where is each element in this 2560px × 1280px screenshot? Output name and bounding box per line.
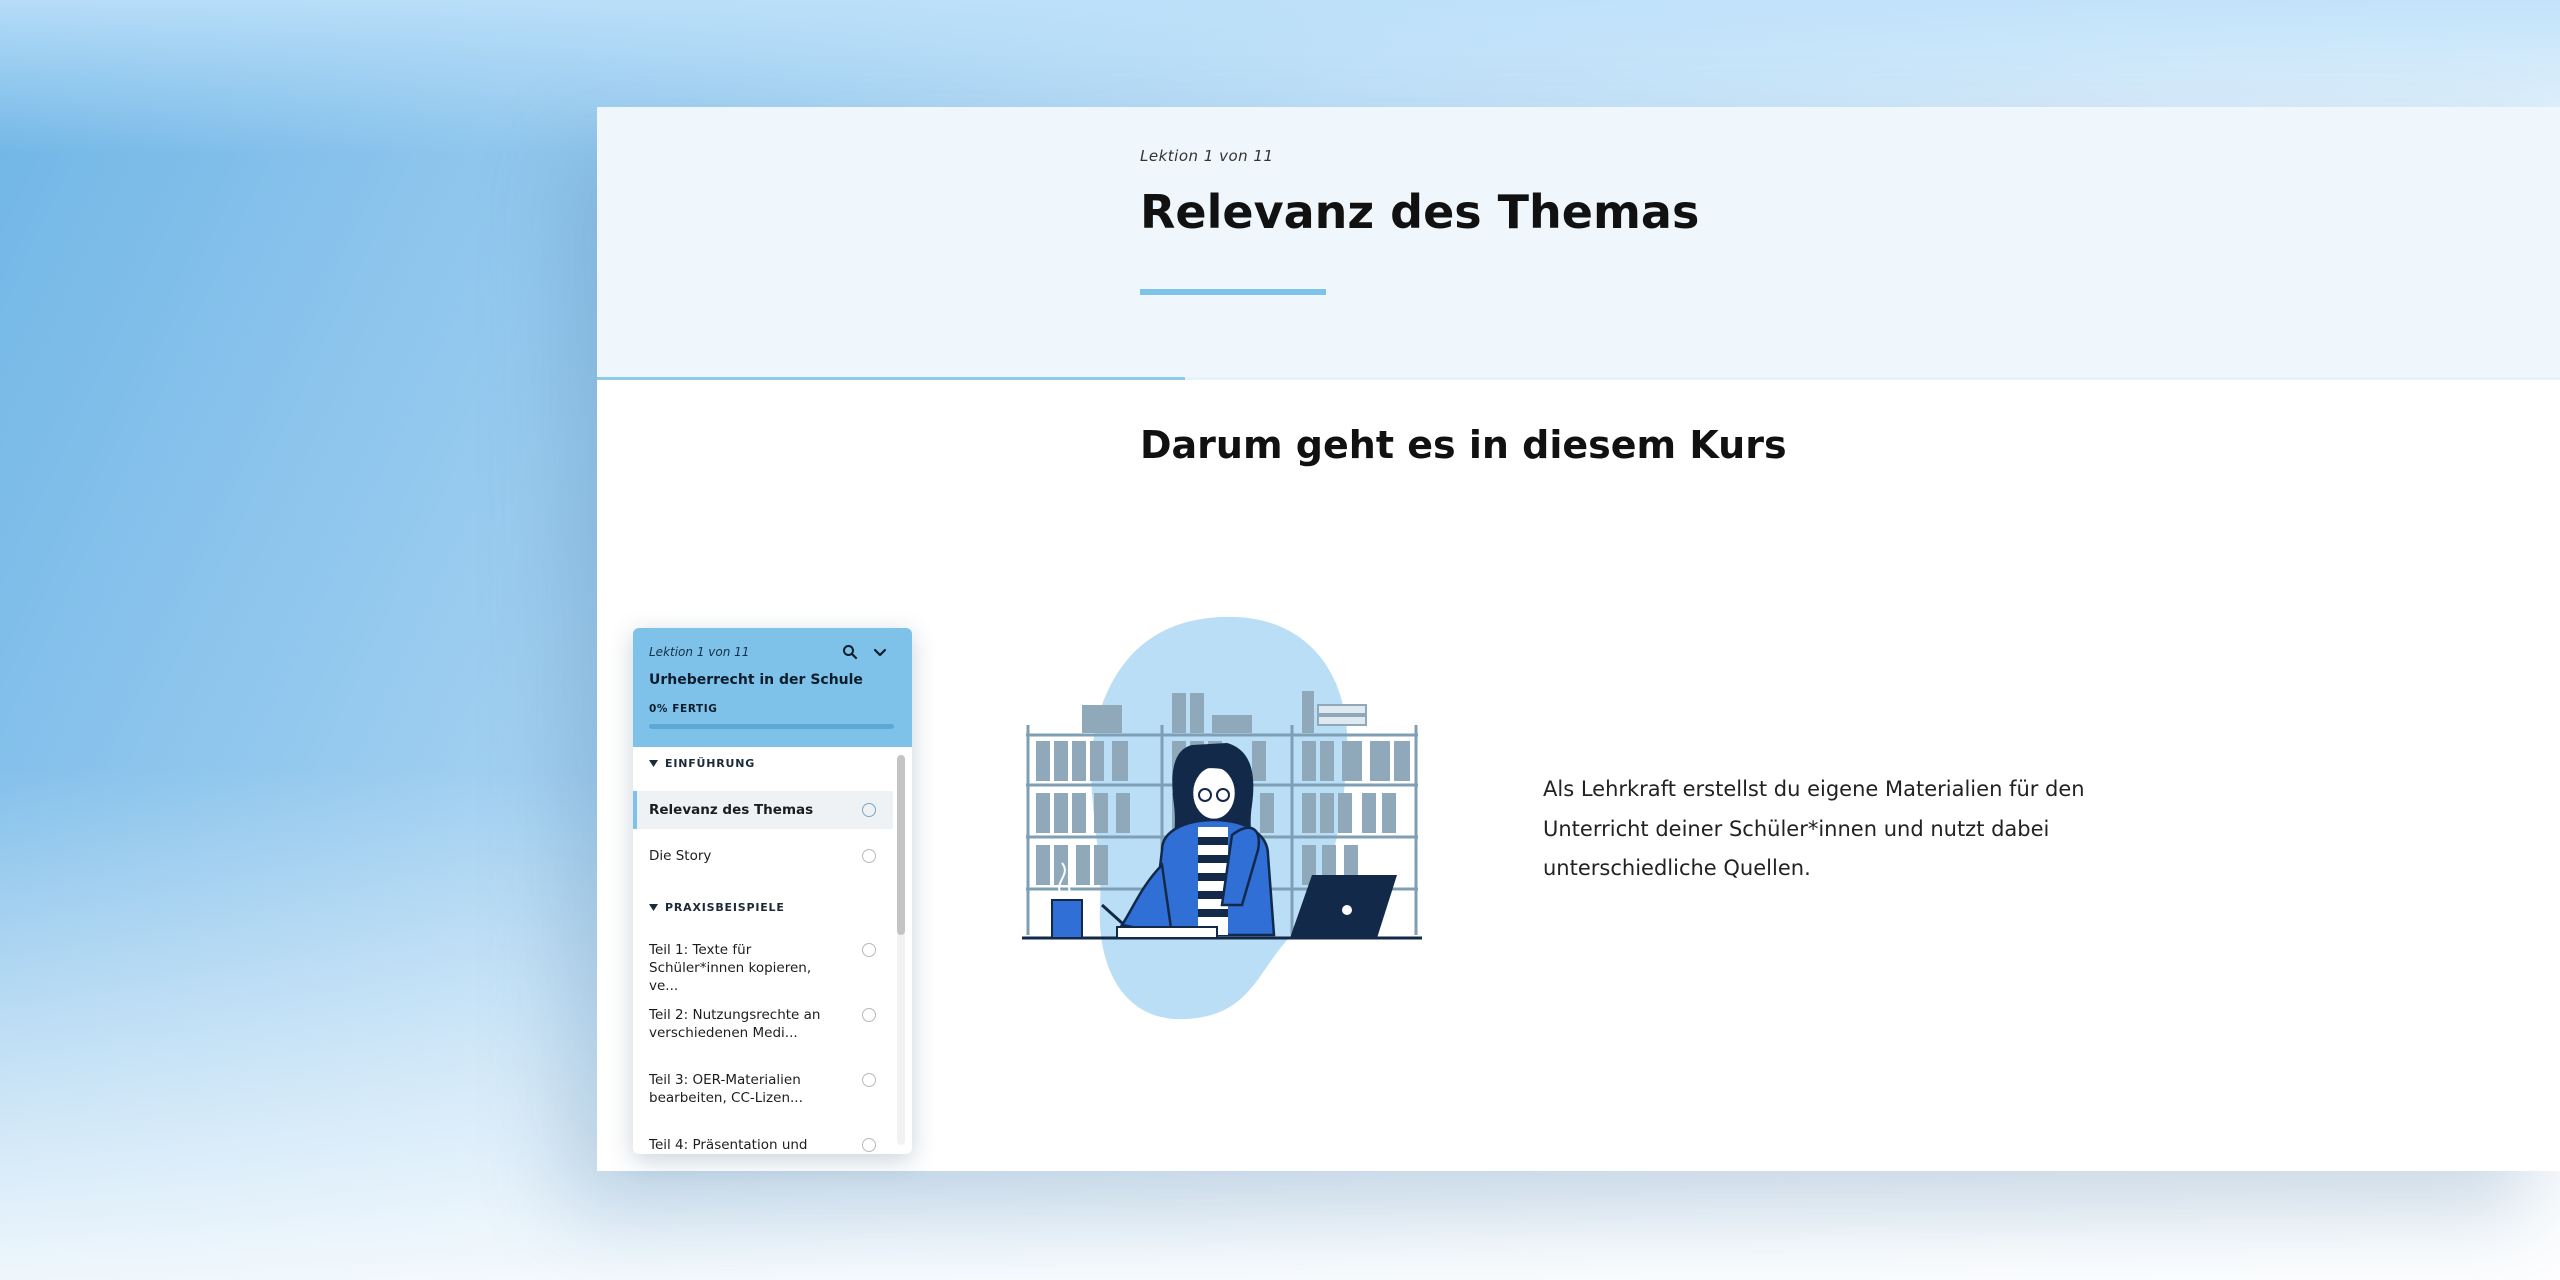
title-underline (1140, 289, 1326, 295)
nav-section-einfuehrung[interactable]: EINFÜHRUNG (649, 757, 755, 770)
lesson-title: Relevanz des Themas (1140, 185, 1700, 239)
status-circle-icon (862, 1008, 876, 1022)
teacher-illustration (1022, 616, 1422, 1020)
search-icon (843, 645, 858, 660)
nav-scrollbar-thumb[interactable] (897, 755, 905, 935)
nav-lesson-list: EINFÜHRUNG Relevanz des Themas Die Story… (633, 747, 893, 1154)
intro-paragraph: Als Lehrkraft erstellst du eigene Materi… (1543, 777, 2085, 880)
status-circle-icon (862, 1138, 876, 1152)
nav-item-teil-3[interactable]: Teil 3: OER-Materialien bearbeiten, CC-L… (633, 1061, 893, 1117)
status-circle-icon (862, 1073, 876, 1087)
nav-section-title: PRAXISBEISPIELE (665, 901, 785, 914)
nav-course-title: Urheberrecht in der Schule (649, 672, 863, 688)
nav-progress-bar (649, 724, 894, 729)
collapse-nav-button[interactable] (869, 641, 891, 663)
section-heading: Darum geht es in diesem Kurs (1140, 423, 1787, 467)
course-navigation-panel: Lektion 1 von 11 Urheberrecht in der Sch… (633, 628, 912, 1154)
nav-item-label: Teil 2: Nutzungsrechte an verschiedenen … (649, 1007, 821, 1041)
nav-item-label: Teil 1: Texte für Schüler*innen kopieren… (649, 942, 812, 994)
reading-progress-bar (597, 377, 1185, 380)
search-button[interactable] (839, 641, 861, 663)
nav-item-label: Relevanz des Themas (649, 802, 814, 818)
nav-progress-label: 0% FERTIG (649, 703, 718, 715)
status-circle-icon (862, 943, 876, 957)
nav-header: Lektion 1 von 11 Urheberrecht in der Sch… (633, 628, 912, 747)
nav-item-label: Teil 3: OER-Materialien bearbeiten, CC-L… (649, 1072, 803, 1106)
lesson-header: Lektion 1 von 11 Relevanz des Themas (597, 107, 2560, 379)
status-circle-icon (862, 803, 876, 817)
nav-item-story[interactable]: Die Story (633, 837, 893, 875)
caret-down-icon (649, 760, 658, 767)
nav-item-label: Die Story (649, 848, 712, 864)
nav-section-title: EINFÜHRUNG (665, 757, 756, 770)
nav-item-teil-2[interactable]: Teil 2: Nutzungsrechte an verschiedenen … (633, 996, 893, 1052)
nav-section-praxisbeispiele[interactable]: PRAXISBEISPIELE (649, 901, 785, 914)
nav-item-label: Teil 4: Präsentation und (649, 1137, 808, 1153)
nav-scrollbar[interactable] (897, 755, 905, 1145)
lesson-counter: Lektion 1 von 11 (1140, 147, 1274, 165)
status-circle-icon (862, 849, 876, 863)
nav-item-teil-4[interactable]: Teil 4: Präsentation und (633, 1126, 893, 1154)
nav-item-teil-1[interactable]: Teil 1: Texte für Schüler*innen kopieren… (633, 931, 893, 994)
chevron-down-icon (873, 648, 887, 657)
caret-down-icon (649, 904, 658, 911)
nav-lesson-counter: Lektion 1 von 11 (649, 645, 750, 659)
nav-item-relevanz[interactable]: Relevanz des Themas (633, 791, 893, 829)
